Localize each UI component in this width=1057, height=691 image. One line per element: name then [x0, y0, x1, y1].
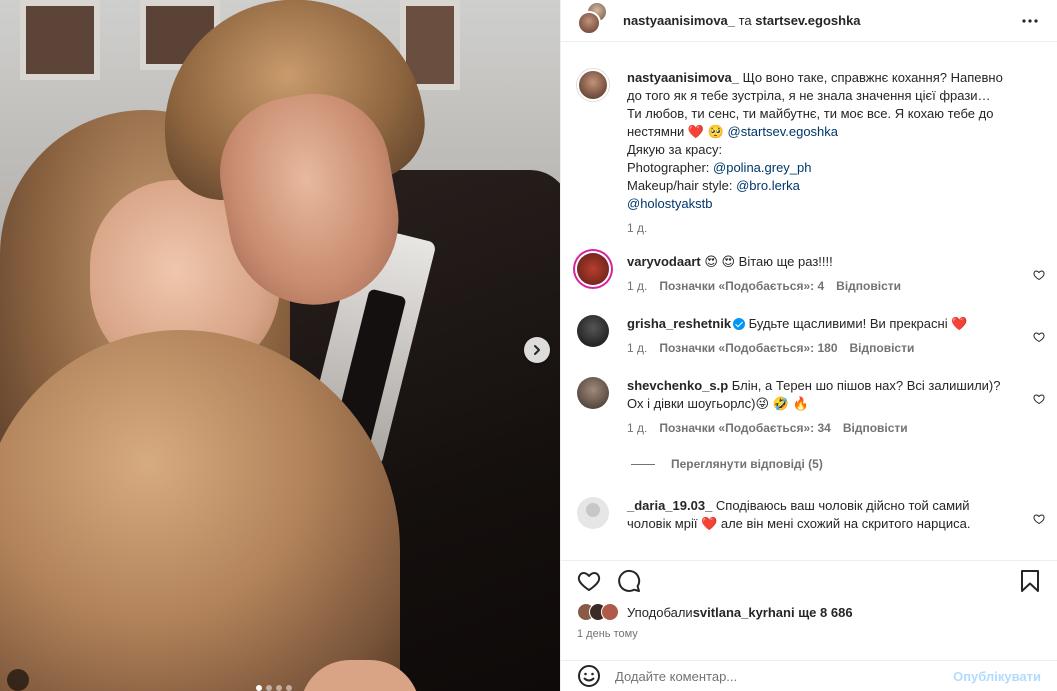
avatar[interactable] [577, 69, 609, 101]
comment-body: _daria_19.03_ Сподіваюсь ваш чоловік дій… [627, 497, 1041, 533]
like-comment-button[interactable] [1033, 513, 1045, 528]
liker-avatars [577, 603, 619, 621]
mention-link[interactable]: @polina.grey_ph [713, 160, 811, 175]
caption-meta: 1 д. [627, 219, 1005, 237]
photo-window [20, 0, 100, 80]
caption-photographer-label: Photographer: [627, 160, 714, 175]
view-replies-label: Переглянути відповіді (5) [671, 457, 823, 471]
post-actions [561, 560, 1057, 600]
comment-body: shevchenko_s.p Блін, а Терен шо пішов на… [627, 377, 1041, 437]
like-button[interactable] [577, 569, 601, 593]
view-replies-button[interactable]: Переглянути відповіді (5) [561, 457, 1057, 471]
carousel-dot [286, 685, 292, 691]
user-tag-icon[interactable] [7, 669, 29, 691]
author-link[interactable]: nastyaanisimova_ [623, 13, 735, 28]
post-details-panel: nastyaanisimova_ та startsev.egoshka nas… [560, 0, 1057, 691]
mention-link[interactable]: @holostyakstb [627, 196, 712, 211]
post-header: nastyaanisimova_ та startsev.egoshka [561, 0, 1057, 42]
post-authors: nastyaanisimova_ та startsev.egoshka [623, 13, 861, 28]
comment-username[interactable]: _daria_19.03_ [627, 498, 712, 513]
collab-avatars[interactable] [577, 0, 609, 37]
heart-icon [1033, 514, 1045, 525]
likes-prefix: Уподобали [627, 604, 693, 620]
likes-summary[interactable]: Уподобали svitlana_kyrhan і ще 8 686 [577, 603, 853, 621]
likes-user[interactable]: svitlana_kyrhan [693, 605, 791, 620]
heart-icon [577, 571, 601, 591]
carousel-dot [266, 685, 272, 691]
caption-makeup-label: Makeup/hair style: [627, 178, 737, 193]
comment-username[interactable]: grisha_reshetnik [627, 316, 731, 331]
post-comment-button[interactable]: Опублікувати [953, 669, 1041, 684]
comment-text: 😍 😍 Вітаю ще раз!!!! [700, 254, 833, 269]
comment-likes[interactable]: Позначки «Подобається»: 34 [659, 419, 830, 437]
author-link[interactable]: startsev.egoshka [755, 13, 860, 28]
like-comment-button[interactable] [1033, 269, 1045, 284]
comments-list[interactable]: nastyaanisimova_ Що воно таке, справжнє … [561, 57, 1057, 547]
likes-suffix[interactable]: і ще 8 686 [791, 605, 853, 620]
mention-link[interactable]: @startsev.egoshka [728, 124, 839, 139]
comment-likes[interactable]: Позначки «Подобається»: 4 [659, 277, 824, 295]
heart-icon [1033, 270, 1045, 281]
comment: varyvodaart 😍 😍 Вітаю ще раз!!!! 1 д. По… [561, 253, 1057, 295]
caption-username[interactable]: nastyaanisimova_ [627, 70, 739, 85]
carousel-dots [256, 685, 292, 691]
avatar[interactable] [577, 253, 609, 285]
emoji-icon [578, 665, 600, 687]
emoji-button[interactable] [577, 664, 601, 688]
avatar[interactable] [577, 377, 609, 409]
comment-likes[interactable]: Позначки «Подобається»: 180 [659, 339, 837, 357]
comment: grisha_reshetnik Будьте щасливими! Ви пр… [561, 315, 1057, 357]
comment-meta: 1 д. Позначки «Подобається»: 4 Відповіст… [627, 277, 1005, 295]
comment-username[interactable]: varyvodaart [627, 254, 701, 269]
more-icon [1022, 19, 1038, 23]
comment: _daria_19.03_ Сподіваюсь ваш чоловік дій… [561, 497, 1057, 533]
add-comment-bar: Опублікувати [561, 660, 1057, 691]
avatar[interactable] [577, 315, 609, 347]
heart-icon [1033, 394, 1045, 405]
caption-thanks: Дякую за красу: [627, 142, 723, 157]
chevron-right-icon [534, 345, 540, 355]
post-timestamp[interactable]: 1 день тому [577, 628, 638, 640]
post-photo[interactable] [0, 0, 560, 691]
bookmark-icon [1021, 569, 1039, 592]
post-caption: nastyaanisimova_ Що воно таке, справжнє … [561, 69, 1057, 237]
comment-time[interactable]: 1 д. [627, 339, 647, 357]
more-options-button[interactable] [1021, 12, 1039, 33]
like-comment-button[interactable] [1033, 331, 1045, 346]
reply-button[interactable]: Відповісти [843, 419, 908, 437]
caption-time[interactable]: 1 д. [627, 219, 647, 237]
comment-meta: 1 д. Позначки «Подобається»: 180 Відпові… [627, 339, 1005, 357]
mention-link[interactable]: @bro.lerka [736, 178, 800, 193]
reply-button[interactable]: Відповісти [850, 339, 915, 357]
like-comment-button[interactable] [1033, 393, 1045, 408]
comment-body: varyvodaart 😍 😍 Вітаю ще раз!!!! 1 д. По… [627, 253, 1041, 295]
next-photo-button[interactable] [524, 337, 550, 363]
avatar[interactable] [577, 497, 609, 529]
comment-input[interactable] [615, 668, 954, 684]
comment-icon [618, 569, 641, 592]
comment-body: grisha_reshetnik Будьте щасливими! Ви пр… [627, 315, 1041, 357]
comment-meta: 1 д. Позначки «Подобається»: 34 Відповіс… [627, 419, 1005, 437]
comment-username[interactable]: shevchenko_s.p [627, 378, 728, 393]
verified-badge-icon [733, 318, 746, 330]
comment-button[interactable] [617, 569, 641, 593]
comment-time[interactable]: 1 д. [627, 277, 647, 295]
reply-button[interactable]: Відповісти [836, 277, 901, 295]
author-joiner: та [735, 13, 756, 28]
carousel-dot [256, 685, 262, 691]
heart-icon [1033, 332, 1045, 343]
replies-divider [631, 463, 655, 465]
carousel-dot [276, 685, 282, 691]
comment: shevchenko_s.p Блін, а Терен шо пішов на… [561, 377, 1057, 437]
comment-time[interactable]: 1 д. [627, 419, 647, 437]
avatar [601, 603, 619, 621]
comment-text: Будьте щасливими! Ви прекрасні ❤️ [745, 316, 968, 331]
save-button[interactable] [1019, 569, 1041, 593]
caption-body: nastyaanisimova_ Що воно таке, справжнє … [627, 69, 1041, 237]
avatar [577, 10, 601, 35]
